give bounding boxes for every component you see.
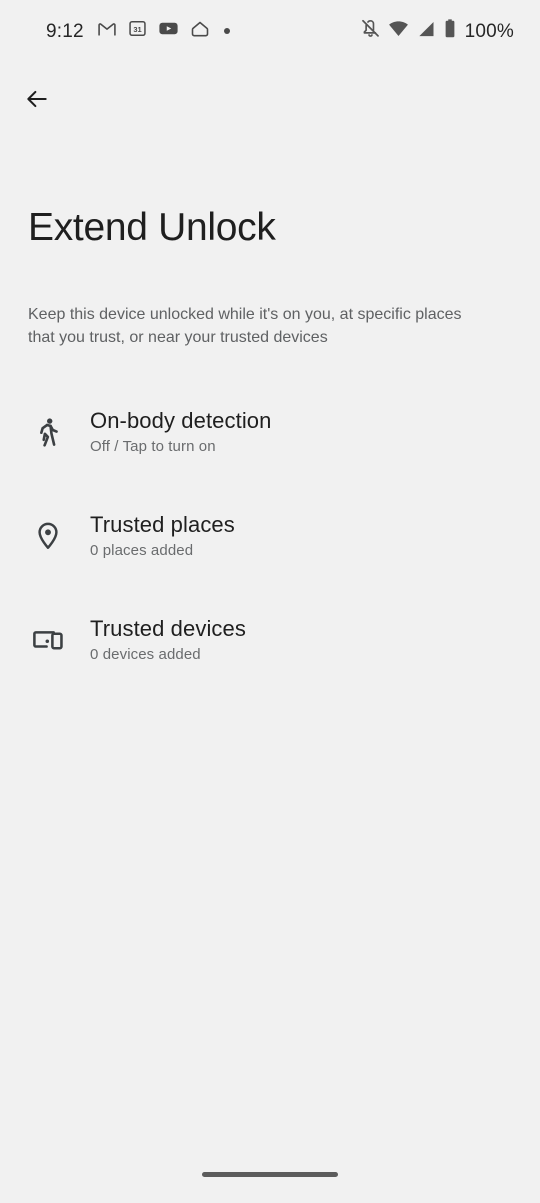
navigation-bar (0, 1157, 540, 1203)
battery-icon (443, 18, 457, 44)
notification-dot-icon (223, 28, 230, 34)
calendar-icon: 31 (128, 19, 147, 43)
list-item-title: Trusted places (90, 512, 235, 537)
list-item-text: Trusted devices 0 devices added (90, 615, 246, 665)
status-bar: 9:12 31 100% (0, 0, 540, 62)
gmail-icon (97, 19, 117, 44)
list-item-trusted-places[interactable]: Trusted places 0 places added (0, 484, 540, 588)
settings-list: On-body detection Off / Tap to turn on T… (0, 380, 540, 692)
list-item-subtitle: 0 devices added (90, 646, 201, 663)
list-item-text: Trusted places 0 places added (90, 511, 235, 561)
status-bar-left: 9:12 31 (46, 18, 230, 44)
svg-text:31: 31 (133, 25, 141, 34)
list-item-subtitle: 0 places added (90, 542, 194, 559)
walking-person-icon (26, 410, 70, 454)
location-pin-icon (26, 514, 70, 558)
list-item-on-body-detection[interactable]: On-body detection Off / Tap to turn on (0, 380, 540, 484)
status-clock: 9:12 (46, 20, 84, 42)
devices-icon (26, 618, 70, 662)
nest-home-icon (190, 19, 210, 44)
notifications-off-icon (360, 18, 381, 44)
home-gesture-bar[interactable] (202, 1172, 338, 1177)
youtube-icon (158, 18, 179, 44)
battery-percent-label: 100% (464, 20, 514, 42)
list-item-trusted-devices[interactable]: Trusted devices 0 devices added (0, 588, 540, 692)
list-item-subtitle: Off / Tap to turn on (90, 438, 216, 455)
back-button[interactable] (14, 78, 60, 124)
cellular-signal-icon (416, 19, 436, 44)
wifi-icon (388, 18, 409, 44)
list-item-text: On-body detection Off / Tap to turn on (90, 407, 271, 457)
page-title: Extend Unlock (28, 206, 276, 249)
status-bar-right: 100% (360, 18, 514, 44)
list-item-title: On-body detection (90, 408, 272, 433)
page-description: Keep this device unlocked while it's on … (28, 306, 462, 346)
list-item-title: Trusted devices (90, 616, 246, 641)
arrow-back-icon (24, 86, 50, 117)
